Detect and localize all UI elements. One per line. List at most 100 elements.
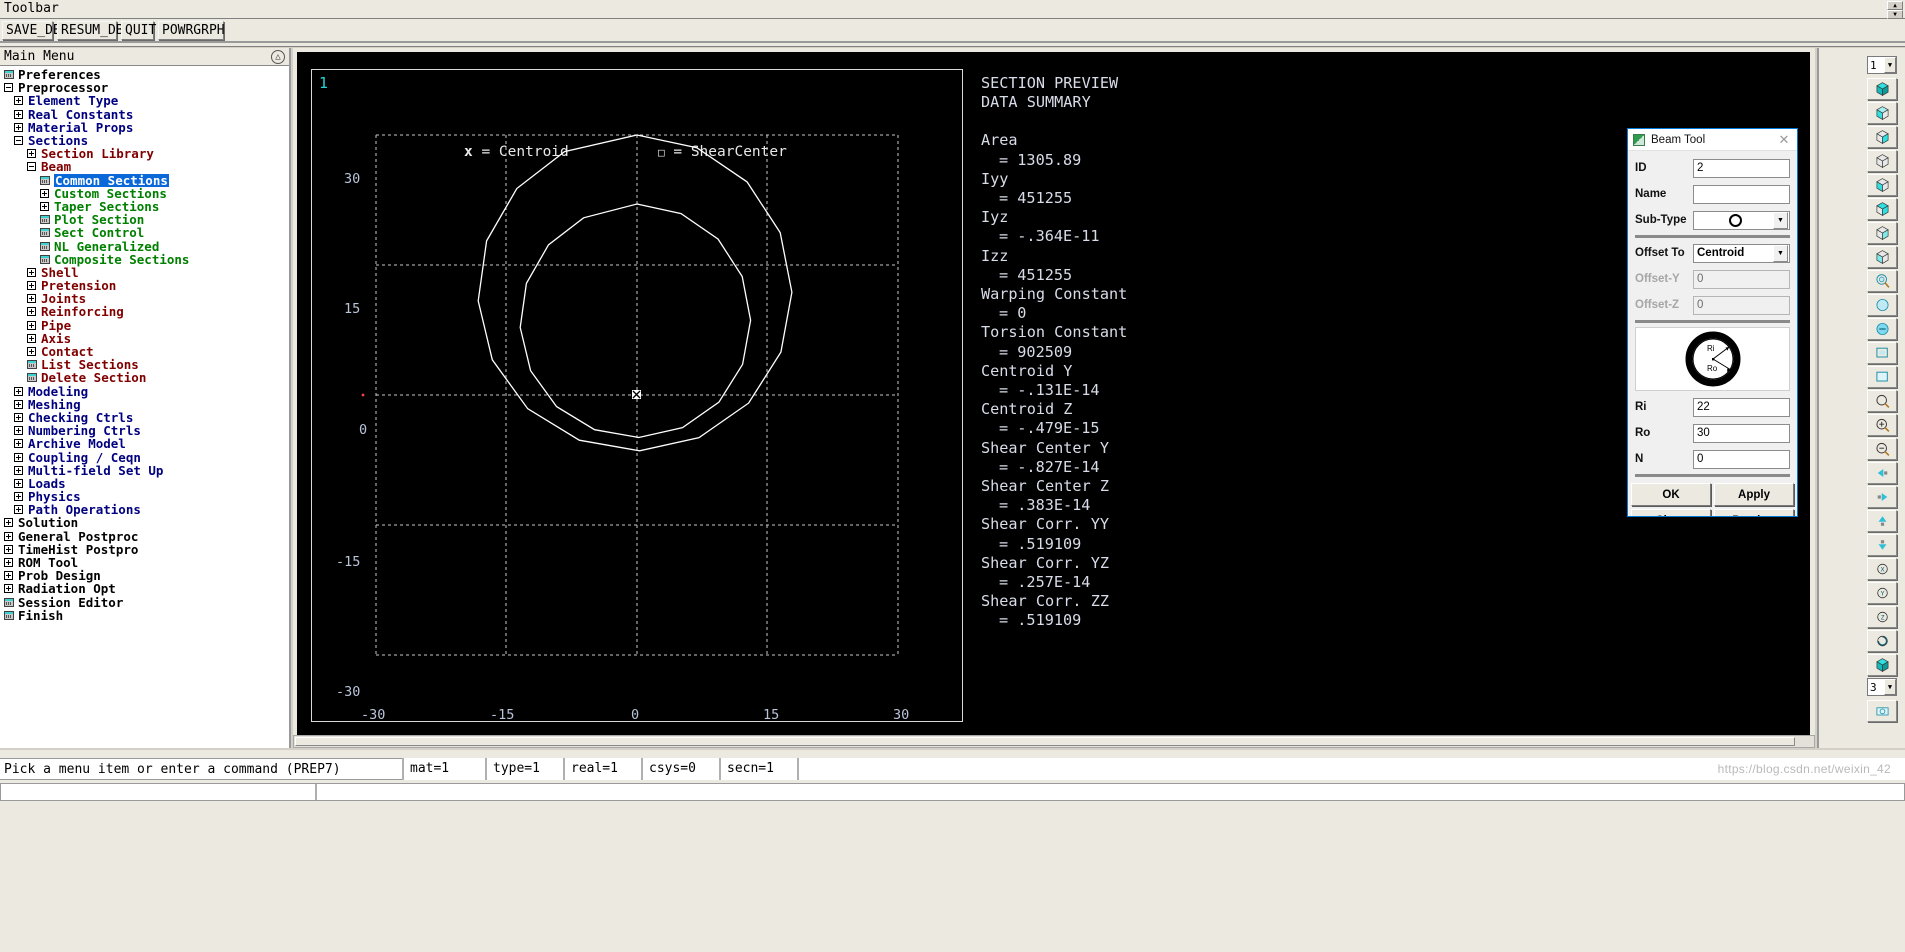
menu-item-solution[interactable]: Solution [0,516,289,529]
chevron-down-icon[interactable]: ▼ [1884,679,1896,695]
expand-plus-icon[interactable] [4,544,15,555]
menu-item-material-props[interactable]: Material Props [0,121,289,134]
menu-item-axis[interactable]: Axis [0,332,289,345]
expand-plus-icon[interactable] [14,412,25,423]
right-view-icon[interactable] [1867,198,1897,220]
left-view-icon[interactable] [1867,174,1897,196]
menu-item-multi-field-set-up[interactable]: Multi-field Set Up [0,464,289,477]
graphics-canvas[interactable]: 1 x = Centroid □ = ShearCenter 30 15 0 -… [297,52,1810,742]
menu-item-list-sections[interactable]: List Sections [0,358,289,371]
menu-item-general-postproc[interactable]: General Postproc [0,530,289,543]
collapse-minus-icon[interactable] [4,82,15,93]
menu-item-checking-ctrls[interactable]: Checking Ctrls [0,411,289,424]
magnify-icon[interactable] [1867,414,1897,436]
expand-plus-icon[interactable] [14,491,25,502]
menu-item-preprocessor[interactable]: Preprocessor [0,81,289,94]
menu-item-composite-sections[interactable]: Composite Sections [0,253,289,266]
view-number-combo-bottom[interactable]: 3 ▼ [1867,678,1897,696]
rotate-x-icon[interactable]: X [1867,558,1897,580]
expand-plus-icon[interactable] [14,399,25,410]
zoom-window-icon[interactable] [1867,342,1897,364]
menu-item-meshing[interactable]: Meshing [0,398,289,411]
expand-plus-icon[interactable] [14,438,25,449]
expand-plus-icon[interactable] [27,346,38,357]
fit-view-icon[interactable] [1867,366,1897,388]
pan-left-icon[interactable] [1867,462,1897,484]
iso-view-icon[interactable] [1867,78,1897,100]
expand-plus-icon[interactable] [4,557,15,568]
resum-db-button[interactable]: RESUM_DB [57,21,124,40]
expand-plus-icon[interactable] [14,425,25,436]
menu-item-custom-sections[interactable]: Custom Sections [0,187,289,200]
chevron-down-icon[interactable]: ▼ [1773,211,1788,229]
pan-right-icon[interactable] [1867,486,1897,508]
graphics-horizontal-scrollbar[interactable] [293,735,1815,748]
scroll-up-arrow[interactable]: ▲ [1887,1,1903,10]
menu-item-pipe[interactable]: Pipe [0,319,289,332]
menu-item-delete-section[interactable]: Delete Section [0,371,289,384]
menu-item-pretension[interactable]: Pretension [0,279,289,292]
reduce-icon[interactable] [1867,438,1897,460]
expand-plus-icon[interactable] [40,201,51,212]
menu-item-shell[interactable]: Shell [0,266,289,279]
menu-item-path-operations[interactable]: Path Operations [0,503,289,516]
expand-plus-icon[interactable] [14,452,25,463]
snapshot-icon[interactable] [1867,700,1897,722]
menu-item-beam[interactable]: Beam [0,160,289,173]
beam-tool-dialog[interactable]: Beam Tool ✕ ID 2 Name Sub-Type ▼ Offset … [1627,128,1798,517]
pan-up-icon[interactable] [1867,510,1897,532]
menu-item-numbering-ctrls[interactable]: Numbering Ctrls [0,424,289,437]
chevron-down-icon[interactable]: ▼ [1773,244,1788,262]
expand-plus-icon[interactable] [40,188,51,199]
menu-item-taper-sections[interactable]: Taper Sections [0,200,289,213]
rotate-y-icon[interactable]: Y [1867,582,1897,604]
reset-view-icon[interactable] [1867,630,1897,652]
menu-item-joints[interactable]: Joints [0,292,289,305]
expand-plus-icon[interactable] [14,386,25,397]
menu-item-finish[interactable]: Finish [0,609,289,622]
expand-plus-icon[interactable] [4,570,15,581]
close-button[interactable]: Close [1631,509,1711,516]
menu-item-element-type[interactable]: Element Type [0,94,289,107]
expand-plus-icon[interactable] [27,148,38,159]
menu-item-sect-control[interactable]: Sect Control [0,226,289,239]
rotate-z-icon[interactable]: Z [1867,606,1897,628]
preview-button[interactable]: Preview [1714,509,1794,516]
ri-input[interactable]: 22 [1693,397,1790,417]
menu-item-timehist-postpro[interactable]: TimeHist Postpro [0,543,289,556]
menu-item-preferences[interactable]: Preferences [0,68,289,81]
collapse-icon[interactable]: △ [271,50,285,64]
menu-item-sections[interactable]: Sections [0,134,289,147]
expand-plus-icon[interactable] [27,333,38,344]
chevron-down-icon[interactable]: ▼ [1884,57,1896,73]
command-input-line[interactable] [0,783,1905,801]
menu-item-nl-generalized[interactable]: NL Generalized [0,239,289,253]
expand-plus-icon[interactable] [27,267,38,278]
menu-item-plot-section[interactable]: Plot Section [0,213,289,226]
ok-button[interactable]: OK [1631,483,1711,506]
menu-item-archive-model[interactable]: Archive Model [0,437,289,450]
powrgrph-button[interactable]: POWRGRPH [158,21,225,40]
menu-item-section-library[interactable]: Section Library [0,147,289,160]
expand-plus-icon[interactable] [4,517,15,528]
menu-item-session-editor[interactable]: Session Editor [0,596,289,609]
collapse-minus-icon[interactable] [27,161,38,172]
menu-item-common-sections[interactable]: Common Sections [0,173,289,187]
id-input[interactable]: 2 [1693,158,1790,178]
pan-down-icon[interactable] [1867,534,1897,556]
offsetto-select[interactable]: Centroid ▼ [1693,243,1790,263]
zoom-circle-icon[interactable] [1867,294,1897,316]
zoom-box-icon[interactable] [1867,318,1897,340]
expand-plus-icon[interactable] [14,465,25,476]
quit-button[interactable]: QUIT [121,21,156,40]
menu-item-physics[interactable]: Physics [0,490,289,503]
save-db-button[interactable]: SAVE_DB [2,21,61,40]
expand-plus-icon[interactable] [27,320,38,331]
apply-button[interactable]: Apply [1714,483,1794,506]
expand-plus-icon[interactable] [27,280,38,291]
close-icon[interactable]: ✕ [1771,129,1797,151]
expand-plus-icon[interactable] [4,583,15,594]
expand-plus-icon[interactable] [14,109,25,120]
command-input-field[interactable] [315,784,1904,800]
menu-item-reinforcing[interactable]: Reinforcing [0,305,289,318]
